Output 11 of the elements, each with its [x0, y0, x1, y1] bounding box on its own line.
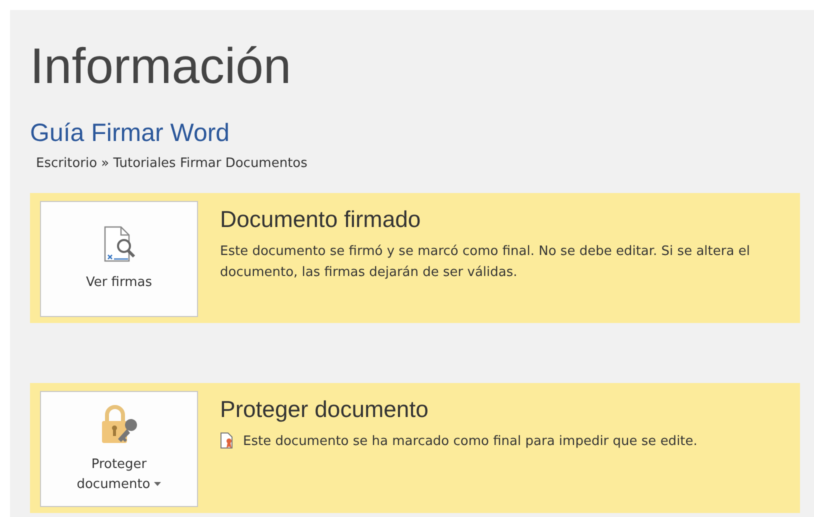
section-description: Este documento se firmó y se marcó como final. No se debe editar. Si se altera el documento, las firmas dejarán de ser válidas. — [220, 243, 751, 282]
section-description: Este documento se ha marcado como final para impedir que se edite. — [243, 433, 698, 451]
section-heading: Proteger documento — [220, 396, 428, 423]
page-title: Información — [30, 38, 292, 94]
document-title: Guía Firmar Word — [30, 118, 230, 148]
section-heading: Documento firmado — [220, 206, 421, 233]
protect-document-button[interactable]: Proteger documento — [40, 391, 198, 507]
document-ribbon-icon — [220, 432, 234, 449]
document-path: Escritorio » Tutoriales Firmar Documentos — [36, 156, 308, 171]
view-signatures-button[interactable]: Ver firmas — [40, 201, 198, 317]
caret-icon — [154, 482, 162, 486]
